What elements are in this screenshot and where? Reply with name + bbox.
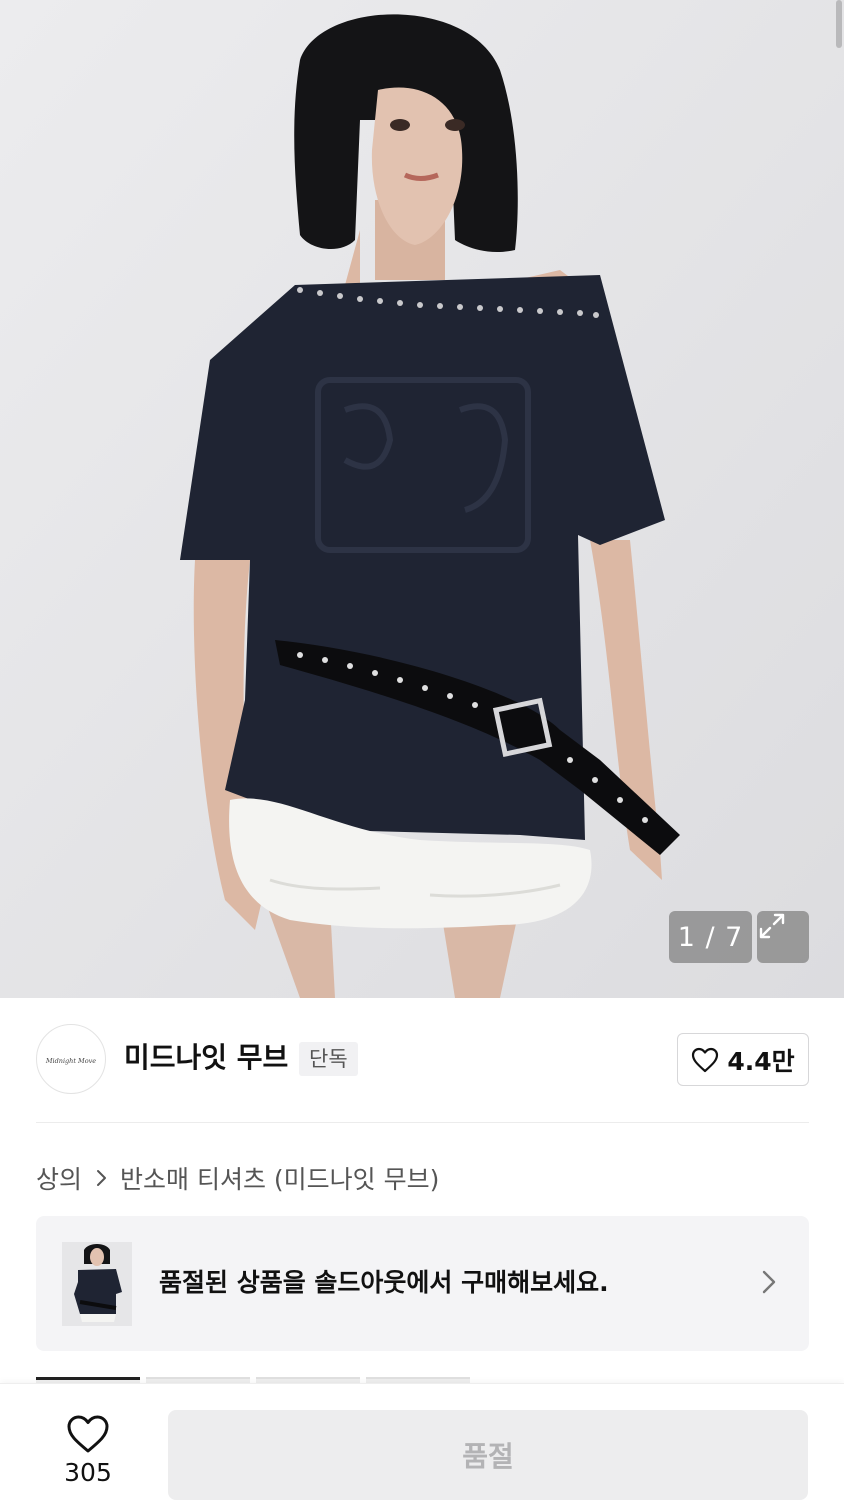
exclusive-badge: 단독: [299, 1042, 358, 1076]
brand-like-button[interactable]: 4.4만: [677, 1033, 809, 1086]
wishlist-count: 305: [64, 1458, 112, 1487]
section-divider: [36, 1122, 809, 1123]
brand-logo-mark: Midnight Move: [45, 1057, 96, 1065]
heart-icon: [67, 1415, 109, 1453]
banner-thumbnail: [62, 1242, 132, 1326]
soldout-button[interactable]: 품절: [168, 1410, 808, 1500]
model-photo: [0, 0, 844, 998]
brand-row: Midnight Move 미드나잇 무브 단독 4.4만: [36, 1024, 809, 1094]
heart-icon: [692, 1047, 719, 1072]
soldout-banner-text: 품절된 상품을 솔드아웃에서 구매해보세요.: [159, 1268, 609, 1297]
expand-icon: [759, 913, 785, 939]
breadcrumb-subcategory[interactable]: 반소매 티셔츠 (미드나잇 무브): [120, 1160, 439, 1196]
image-counter: 1 / 7: [669, 911, 752, 963]
svg-text:Midnight Move: Midnight Move: [45, 1057, 96, 1065]
brand-logo[interactable]: Midnight Move: [36, 1024, 106, 1094]
brand-name[interactable]: 미드나잇 무브: [124, 1039, 288, 1077]
breadcrumb: 상의 반소매 티셔츠 (미드나잇 무브): [36, 1160, 439, 1196]
breadcrumb-category[interactable]: 상의: [36, 1160, 82, 1196]
page-scrollbar[interactable]: [836, 0, 842, 48]
product-image[interactable]: 1 / 7: [0, 0, 844, 998]
chevron-right-icon: [761, 1268, 777, 1300]
soldout-banner[interactable]: 품절된 상품을 솔드아웃에서 구매해보세요.: [36, 1216, 809, 1351]
chevron-right-icon: [96, 1168, 108, 1188]
brand-like-count: 4.4만: [727, 1046, 795, 1076]
bottom-action-bar: 305 품절: [0, 1383, 844, 1500]
expand-button[interactable]: [757, 911, 809, 963]
wishlist-button[interactable]: 305: [40, 1414, 136, 1494]
